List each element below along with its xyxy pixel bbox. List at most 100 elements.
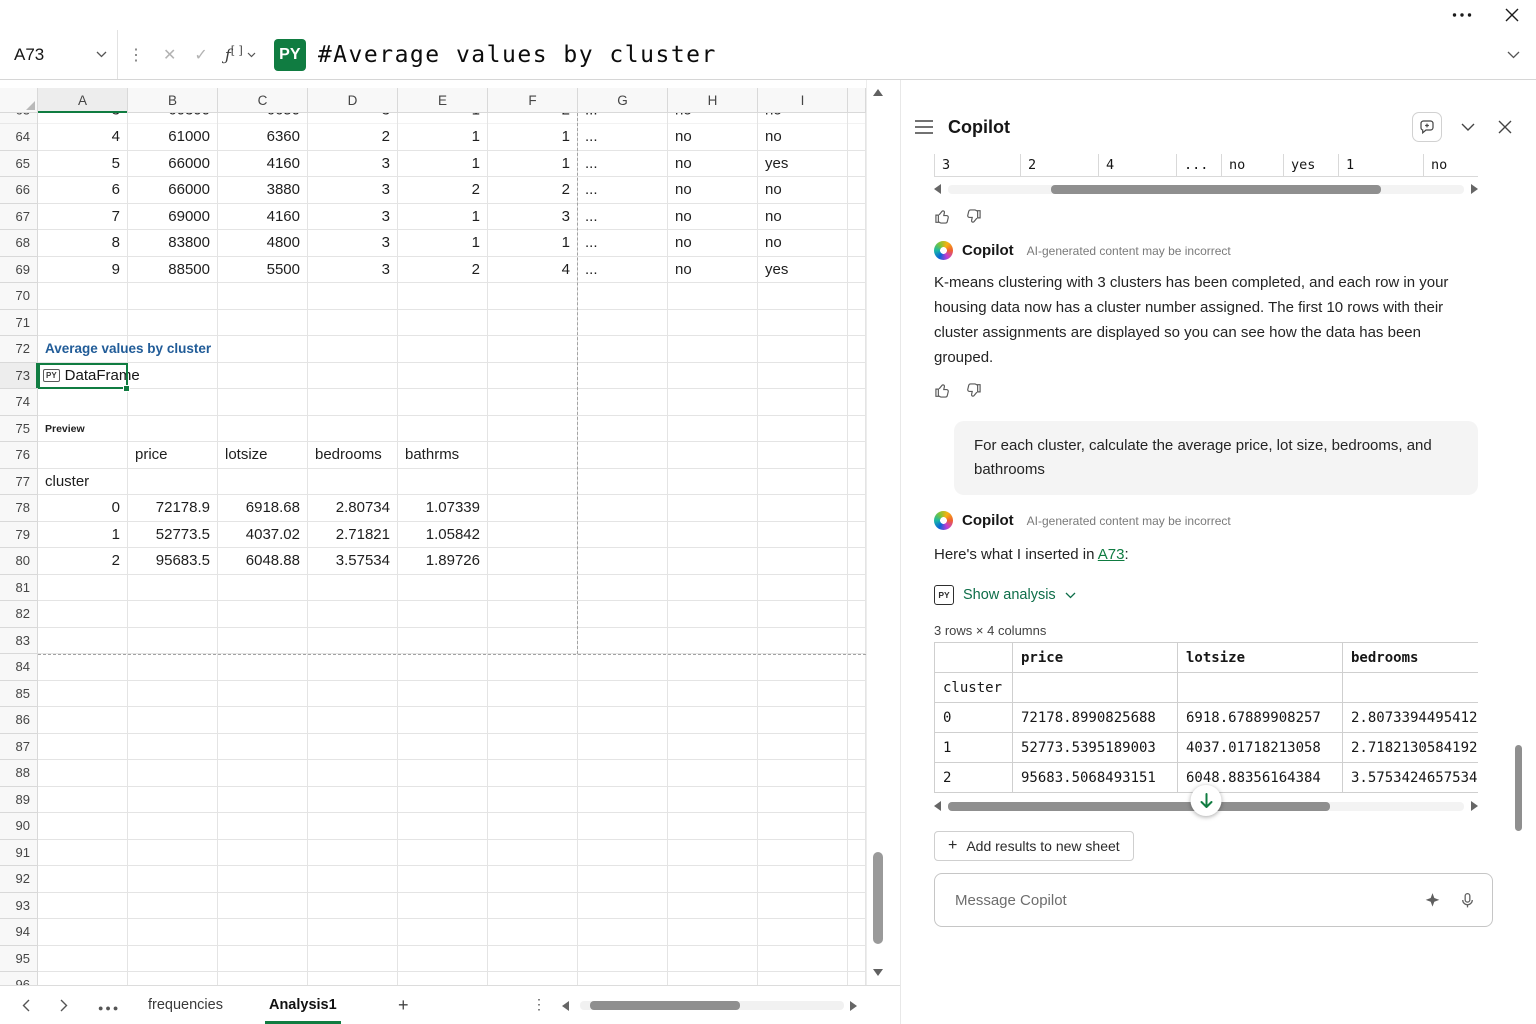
column-header-G[interactable]: G [578, 88, 668, 113]
cell-B93[interactable] [128, 893, 218, 920]
cell-I74[interactable] [758, 389, 848, 416]
cell-F70[interactable] [488, 283, 578, 310]
cell-G92[interactable] [578, 866, 668, 893]
grid-vertical-scrollbar[interactable] [866, 80, 888, 985]
cell-E84[interactable] [398, 654, 488, 681]
cell-I82[interactable] [758, 601, 848, 628]
name-box[interactable]: A73 [0, 30, 118, 79]
cell-F86[interactable] [488, 707, 578, 734]
cell-E66[interactable]: 2 [398, 177, 488, 204]
formula-bar-kebab-icon[interactable]: ⋮ [128, 45, 144, 65]
cell-H84[interactable] [668, 654, 758, 681]
row-header-72[interactable]: 72 [0, 336, 38, 363]
cell-H81[interactable] [668, 575, 758, 602]
select-all-corner[interactable] [0, 88, 38, 113]
cell-sliver-89[interactable] [848, 787, 866, 814]
cell-A80[interactable]: 2 [38, 548, 128, 575]
row-header-74[interactable]: 74 [0, 389, 38, 416]
cell-sliver-63[interactable] [848, 113, 866, 124]
cell-C96[interactable] [218, 972, 308, 985]
cell-B76[interactable]: price [128, 442, 218, 469]
cell-D94[interactable] [308, 919, 398, 946]
cell-B87[interactable] [128, 734, 218, 761]
cell-I80[interactable] [758, 548, 848, 575]
cell-D63[interactable]: 3 [308, 113, 398, 124]
cell-B75[interactable] [128, 416, 218, 443]
cancel-icon[interactable]: ✕ [163, 45, 176, 65]
cell-A73[interactable]: PYDataFrame [38, 363, 128, 390]
hscroll-right-icon[interactable] [1471, 184, 1478, 194]
cell-A70[interactable] [38, 283, 128, 310]
cell-H68[interactable]: no [668, 230, 758, 257]
cell-D76[interactable]: bedrooms [308, 442, 398, 469]
cell-E94[interactable] [398, 919, 488, 946]
column-header-B[interactable]: B [128, 88, 218, 113]
cell-C92[interactable] [218, 866, 308, 893]
hscroll-track[interactable] [948, 185, 1464, 194]
thumbs-up-icon[interactable] [934, 382, 951, 399]
cell-H94[interactable] [668, 919, 758, 946]
sheet-bar-kebab-icon[interactable]: ⋮ [532, 996, 546, 1013]
fill-handle[interactable] [123, 385, 130, 392]
cell-F89[interactable] [488, 787, 578, 814]
cell-B90[interactable] [128, 813, 218, 840]
row-header-65[interactable]: 65 [0, 151, 38, 178]
cell-B78[interactable]: 72178.9 [128, 495, 218, 522]
insert-function-icon[interactable]: ƒ[ ] [225, 44, 243, 64]
cell-E65[interactable]: 1 [398, 151, 488, 178]
cell-G67[interactable]: ... [578, 204, 668, 231]
cell-F82[interactable] [488, 601, 578, 628]
cell-F76[interactable] [488, 442, 578, 469]
cell-H96[interactable] [668, 972, 758, 985]
hscroll-left-icon[interactable] [934, 801, 941, 811]
cell-A95[interactable] [38, 946, 128, 973]
cell-sliver-86[interactable] [848, 707, 866, 734]
cell-H91[interactable] [668, 840, 758, 867]
cell-G83[interactable] [578, 628, 668, 655]
cell-H67[interactable]: no [668, 204, 758, 231]
next-sheet-icon[interactable] [60, 999, 68, 1012]
cell-I67[interactable]: no [758, 204, 848, 231]
cell-H87[interactable] [668, 734, 758, 761]
cell-G76[interactable] [578, 442, 668, 469]
cell-B95[interactable] [128, 946, 218, 973]
cell-D96[interactable] [308, 972, 398, 985]
cell-H85[interactable] [668, 681, 758, 708]
cell-sliver-67[interactable] [848, 204, 866, 231]
cell-C79[interactable]: 4037.02 [218, 522, 308, 549]
cell-G94[interactable] [578, 919, 668, 946]
cell-D73[interactable] [308, 363, 398, 390]
cell-C88[interactable] [218, 760, 308, 787]
cell-I77[interactable] [758, 469, 848, 496]
cell-E79[interactable]: 1.05842 [398, 522, 488, 549]
cell-B79[interactable]: 52773.5 [128, 522, 218, 549]
cell-G81[interactable] [578, 575, 668, 602]
row-header-96[interactable]: 96 [0, 972, 38, 985]
cell-F96[interactable] [488, 972, 578, 985]
row-header-82[interactable]: 82 [0, 601, 38, 628]
cell-E93[interactable] [398, 893, 488, 920]
cell-E77[interactable] [398, 469, 488, 496]
cell-G66[interactable]: ... [578, 177, 668, 204]
cell-B71[interactable] [128, 310, 218, 337]
cell-D72[interactable] [308, 336, 398, 363]
row-header-87[interactable]: 87 [0, 734, 38, 761]
cell-G70[interactable] [578, 283, 668, 310]
cell-D85[interactable] [308, 681, 398, 708]
cell-B94[interactable] [128, 919, 218, 946]
row-header-63[interactable]: 63 [0, 113, 38, 124]
cell-H63[interactable]: no [668, 113, 758, 124]
cell-H71[interactable] [668, 310, 758, 337]
cell-sliver-84[interactable] [848, 654, 866, 681]
cell-H95[interactable] [668, 946, 758, 973]
row-header-69[interactable]: 69 [0, 257, 38, 284]
cell-G91[interactable] [578, 840, 668, 867]
cell-C81[interactable] [218, 575, 308, 602]
thumbs-down-icon[interactable] [965, 382, 982, 399]
cell-I92[interactable] [758, 866, 848, 893]
cell-H88[interactable] [668, 760, 758, 787]
cell-E86[interactable] [398, 707, 488, 734]
cell-H83[interactable] [668, 628, 758, 655]
row-header-79[interactable]: 79 [0, 522, 38, 549]
cell-C93[interactable] [218, 893, 308, 920]
